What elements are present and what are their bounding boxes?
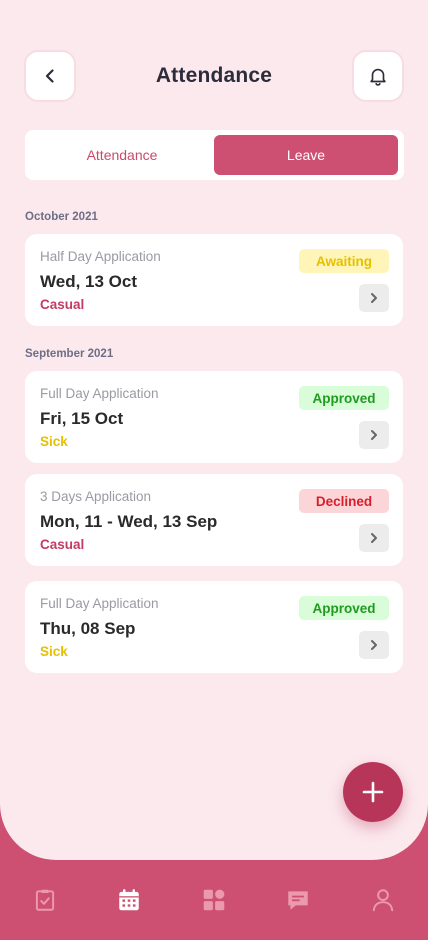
status-badge: Awaiting — [299, 249, 389, 273]
application-date: Mon, 11 - Wed, 13 Sep — [40, 512, 218, 531]
open-details-button[interactable] — [359, 524, 389, 552]
application-date: Thu, 08 Sep — [40, 619, 136, 638]
plus-icon — [362, 781, 384, 803]
add-leave-button[interactable] — [343, 762, 403, 822]
leave-type: Casual — [40, 537, 85, 552]
application-kind: Full Day Application — [40, 596, 159, 611]
clipboard-check-icon — [35, 889, 55, 911]
chat-icon — [288, 891, 308, 910]
bell-icon — [370, 68, 386, 86]
nav-messages[interactable] — [284, 886, 312, 914]
leave-type: Sick — [40, 644, 68, 659]
calendar-icon — [119, 889, 139, 911]
chevron-right-icon — [371, 640, 377, 650]
application-kind: Half Day Application — [40, 249, 161, 264]
nav-calendar[interactable] — [115, 886, 143, 914]
leave-card[interactable]: Half Day Application Wed, 13 Oct Casual … — [25, 234, 403, 326]
tab-switcher: Attendance Leave — [25, 130, 404, 180]
leave-card[interactable]: Full Day Application Fri, 15 Oct Sick Ap… — [25, 371, 403, 463]
month-heading: October 2021 — [25, 211, 98, 223]
chevron-right-icon — [371, 293, 377, 303]
status-badge: Approved — [299, 386, 389, 410]
application-kind: 3 Days Application — [40, 489, 152, 504]
status-badge: Declined — [299, 489, 389, 513]
open-details-button[interactable] — [359, 284, 389, 312]
leave-card[interactable]: Full Day Application Thu, 08 Sep Sick Ap… — [25, 581, 403, 673]
bottom-navigation — [0, 860, 428, 940]
application-date: Wed, 13 Oct — [40, 272, 137, 291]
application-date: Fri, 15 Oct — [40, 409, 124, 428]
app-screen: Attendance Attendance Leave October 2021… — [0, 0, 428, 860]
nav-dashboard[interactable] — [200, 886, 228, 914]
nav-profile[interactable] — [369, 886, 397, 914]
notifications-button[interactable] — [354, 52, 402, 100]
leave-type: Casual — [40, 297, 85, 312]
open-details-button[interactable] — [359, 421, 389, 449]
month-heading: September 2021 — [25, 348, 114, 360]
leave-type: Sick — [40, 434, 68, 449]
status-badge: Approved — [299, 596, 389, 620]
chevron-right-icon — [371, 430, 377, 440]
chevron-right-icon — [371, 533, 377, 543]
user-icon — [372, 889, 394, 912]
application-kind: Full Day Application — [40, 386, 159, 401]
nav-tasks[interactable] — [31, 886, 59, 914]
tab-leave[interactable]: Leave — [214, 135, 398, 175]
open-details-button[interactable] — [359, 631, 389, 659]
leave-card[interactable]: 3 Days Application Mon, 11 - Wed, 13 Sep… — [25, 474, 403, 566]
grid-icon — [203, 889, 225, 911]
tab-attendance[interactable]: Attendance — [30, 135, 214, 175]
